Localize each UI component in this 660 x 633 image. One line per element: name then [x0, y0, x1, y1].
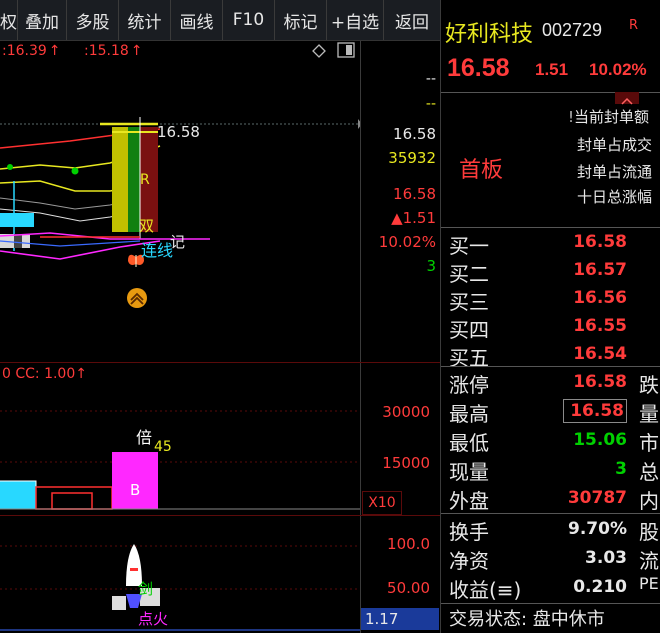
indicator-tick-100: 100.0	[387, 535, 430, 553]
bid-row-3[interactable]: 买三 16.56	[449, 286, 649, 314]
axis-price: 16.58	[393, 125, 436, 143]
volume-unit: X10	[362, 491, 402, 515]
bid-row-1[interactable]: 买一 16.58	[449, 230, 649, 258]
stat-row-net-asset: 净资 3.03 流	[449, 548, 659, 573]
chart-axis-divider	[360, 41, 361, 633]
stat-row-outer: 外盘 30787 内	[449, 488, 659, 513]
axis-dash-1: --	[425, 71, 436, 87]
bid-price: 16.58	[573, 232, 627, 252]
kline-chart	[0, 117, 360, 308]
stat-row-turnover: 换手 9.70% 股	[449, 519, 659, 544]
chart-area[interactable]: :16.39 ↑ :15.18 ↑ 16.58 R 双 连线 记 -- -- 1…	[0, 41, 440, 633]
stock-price: 16.58	[447, 54, 510, 82]
stat-row-high: 最高 16.58 量	[449, 399, 659, 426]
indicator-label-jian: 剑	[138, 580, 154, 598]
indicator-tick-50: 50.00	[387, 579, 430, 597]
chart-label-lianxian: 连线	[141, 241, 174, 260]
collapse-toggle-icon[interactable]	[615, 92, 639, 105]
volume-label-bei: 倍	[136, 428, 153, 447]
toolbar-mark-button[interactable]: 标记	[275, 0, 327, 40]
trading-status: 交易状态: 盘中休市	[449, 609, 605, 630]
seal-amount-label: !当前封单额	[568, 108, 650, 126]
toolbar-f10-button[interactable]: F10	[223, 0, 275, 40]
toolbar-quan-button[interactable]: 权	[0, 0, 18, 40]
volume-label-b: B	[130, 481, 141, 499]
stock-pct: 10.02%	[589, 60, 647, 79]
indicator-chart	[0, 544, 360, 631]
stock-name: 好利科技	[445, 22, 534, 47]
seal-turnover-label: 封单占成交	[577, 136, 653, 154]
bid-label: 买四	[449, 318, 489, 342]
indicator-value: 1.17	[361, 608, 439, 630]
toolbar-multi-stock-button[interactable]: 多股	[67, 0, 119, 40]
stat-row-low: 最低 15.06 市	[449, 430, 659, 455]
stat-row-eps: 收益(≡) 0.210 PE	[449, 574, 659, 602]
bid-price: 16.57	[573, 260, 627, 280]
toolbar: 权 叠加 多股 统计 画线 F10 标记 +自选 返回	[0, 0, 440, 41]
chart-label-r: R	[140, 172, 150, 188]
axis-change: ▲1.51	[391, 209, 436, 227]
bid-price: 16.55	[573, 316, 627, 336]
seal-float-label: 封单占流通	[577, 163, 653, 181]
volume-tick-30000: 30000	[382, 403, 430, 421]
chart-label-ji: 记	[170, 233, 186, 251]
bid-row-4[interactable]: 买四 16.55	[449, 314, 649, 342]
bid-label: 买一	[449, 234, 489, 258]
bid-list: 买一 16.58 买二 16.57 买三 16.56 买四 16.55 买五 1…	[449, 230, 649, 370]
quote-panel: 好利科技 002729 R 16.58 1.51 10.02% !当前封单额 封…	[440, 0, 660, 633]
chart-label-shuang: 双	[139, 217, 155, 235]
axis-dash-2: --	[425, 96, 436, 112]
toolbar-overlay-button[interactable]: 叠加	[18, 0, 67, 40]
stats2-list: 换手 9.70% 股 净资 3.03 流 收益(≡) 0.210 PE	[449, 515, 660, 602]
bid-price: 16.56	[573, 288, 627, 308]
volume-label-45: 45	[154, 439, 172, 455]
first-board-label: 首板	[459, 158, 504, 183]
bid-label: 买二	[449, 262, 489, 286]
stat-row-limit-up: 涨停 16.58 跌	[449, 372, 659, 397]
stock-change: 1.51	[535, 60, 569, 79]
stats-list: 涨停 16.58 跌 最高 16.58 量 最低 15.06 市 现量 3 总 …	[449, 368, 660, 513]
ten-day-gain-label: 十日总涨幅	[577, 188, 653, 206]
bid-label: 买三	[449, 290, 489, 314]
toolbar-back-button[interactable]: 返回	[384, 0, 440, 40]
bid-price: 16.54	[573, 344, 627, 364]
axis-volume: 35932	[388, 149, 436, 167]
chart-price-label: 16.58	[157, 123, 200, 141]
axis-count: 3	[426, 257, 436, 275]
stat-row-current-vol: 现量 3 总	[449, 459, 659, 484]
axis-price-2: 16.58	[393, 185, 436, 203]
toolbar-add-favorite-button[interactable]: +自选	[327, 0, 384, 40]
indicator-label-dianhuo: 点火	[138, 610, 169, 628]
volume-tick-15000: 15000	[382, 454, 430, 472]
axis-pct: 10.02%	[378, 233, 436, 251]
high-value-box[interactable]: 16.58	[563, 399, 627, 423]
stock-code: 002729	[542, 20, 603, 40]
toolbar-draw-line-button[interactable]: 画线	[171, 0, 223, 40]
stock-r-mark: R	[629, 18, 639, 33]
volume-chart	[0, 410, 360, 510]
toolbar-stats-button[interactable]: 统计	[119, 0, 171, 40]
bid-row-2[interactable]: 买二 16.57	[449, 258, 649, 286]
